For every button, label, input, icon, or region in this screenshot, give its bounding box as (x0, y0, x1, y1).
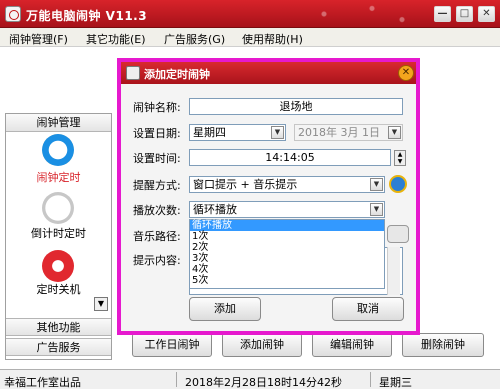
status-bar: 幸福工作室出品 2018年2月28日18时14分42秒 星期三 (0, 369, 500, 389)
status-publisher: 幸福工作室出品 (4, 376, 81, 389)
status-separator (370, 372, 371, 387)
dialog-title: 添加定时闹钟 (144, 68, 210, 81)
sidebar-other-functions[interactable]: 其他功能 (6, 318, 111, 336)
browse-folder-icon[interactable] (387, 225, 409, 243)
sidebar: 闹钟管理 闹钟定时 倒计时定时 定时关机 ▼ 其他功能 广告服务 (5, 113, 112, 360)
sidebar-item-shutdown[interactable]: 定时关机 (6, 281, 111, 297)
add-alarm-button[interactable]: 添加闹钟 (222, 333, 302, 357)
spin-down-icon[interactable]: ▼ (395, 158, 405, 165)
close-button[interactable]: ✕ (478, 6, 495, 22)
date-label: 设置日期: (133, 127, 181, 140)
list-item[interactable]: 1次 (190, 231, 384, 242)
app-clock-icon (5, 6, 21, 22)
music-path-label: 音乐路径: (133, 230, 181, 243)
status-separator (176, 372, 177, 387)
list-item[interactable]: 4次 (190, 264, 384, 275)
sidebar-header[interactable]: 闹钟管理 (6, 114, 111, 132)
window-title: 万能电脑闹钟 V11.3 (26, 9, 148, 23)
menu-ad-service[interactable]: 广告服务(G) (164, 31, 225, 47)
status-datetime: 2018年2月28日18时14分42秒 (185, 376, 342, 389)
alarm-name-label: 闹钟名称: (133, 101, 181, 114)
remind-value: 窗口提示 + 音乐提示 (193, 178, 298, 191)
dialog-close-icon[interactable]: ✕ (398, 65, 414, 81)
time-label: 设置时间: (133, 152, 181, 165)
workday-alarm-button[interactable]: 工作日闹钟 (132, 333, 212, 357)
time-input[interactable]: 14:14:05 (189, 149, 391, 166)
cancel-button[interactable]: 取消 (332, 297, 404, 321)
menu-other-functions[interactable]: 其它功能(E) (86, 31, 146, 47)
list-item[interactable]: 5次 (190, 275, 384, 286)
menu-help[interactable]: 使用帮助(H) (242, 31, 303, 47)
minimize-button[interactable]: — (434, 6, 451, 22)
remind-label: 提醒方式: (133, 179, 181, 192)
dialog-app-icon (126, 66, 140, 80)
play-count-dropdown[interactable]: 循环播放 1次 2次 3次 4次 5次 (189, 219, 385, 289)
menu-bar: 闹钟管理(F) 其它功能(E) 广告服务(G) 使用帮助(H) (0, 28, 500, 47)
add-alarm-dialog: 添加定时闹钟 ✕ 闹钟名称: 退场地 设置日期: 星期四 ▼ 2018年 3月 … (117, 58, 420, 335)
chevron-down-icon[interactable]: ▼ (370, 178, 383, 191)
maximize-button[interactable]: □ (456, 6, 473, 22)
sidebar-ad-service[interactable]: 广告服务 (6, 338, 111, 356)
alarm-name-input[interactable]: 退场地 (189, 98, 403, 115)
play-count-value: 循环播放 (193, 203, 237, 216)
title-decoration (300, 0, 420, 28)
time-spinner[interactable]: ▲ ▼ (394, 150, 406, 166)
date-picker[interactable]: 2018年 3月 1日 ▼ (294, 124, 403, 141)
chevron-down-icon[interactable]: ▼ (271, 126, 284, 139)
edit-alarm-button[interactable]: 编辑闹钟 (312, 333, 392, 357)
date-value: 2018年 3月 1日 (298, 126, 380, 139)
delete-alarm-button[interactable]: 删除闹钟 (402, 333, 484, 357)
sidebar-item-countdown[interactable]: 倒计时定时 (6, 225, 111, 241)
alarm-clock-icon[interactable] (42, 134, 74, 166)
add-button[interactable]: 添加 (189, 297, 261, 321)
list-item[interactable]: 循环播放 (190, 220, 384, 231)
scroll-down-button[interactable]: ▼ (94, 297, 108, 311)
dialog-title-bar[interactable]: 添加定时闹钟 ✕ (121, 62, 416, 84)
alarm-bell-icon[interactable] (389, 175, 407, 193)
play-count-label: 播放次数: (133, 204, 181, 217)
sidebar-item-alarm-timer[interactable]: 闹钟定时 (6, 169, 111, 185)
list-item[interactable]: 3次 (190, 253, 384, 264)
status-weekday: 星期三 (379, 376, 412, 389)
textarea-scrollbar[interactable] (387, 247, 400, 295)
spin-up-icon[interactable]: ▲ (395, 151, 405, 158)
stopwatch-icon[interactable] (42, 192, 74, 224)
chevron-down-icon[interactable]: ▼ (388, 126, 401, 139)
weekday-select[interactable]: 星期四 ▼ (189, 124, 286, 141)
play-count-select[interactable]: 循环播放 ▼ (189, 201, 385, 218)
weekday-value: 星期四 (193, 126, 226, 139)
content-label: 提示内容: (133, 254, 181, 267)
list-item[interactable]: 2次 (190, 242, 384, 253)
menu-alarm-management[interactable]: 闹钟管理(F) (9, 31, 68, 47)
title-bar[interactable]: 万能电脑闹钟 V11.3 — □ ✕ (0, 0, 500, 28)
remind-mode-select[interactable]: 窗口提示 + 音乐提示 ▼ (189, 176, 385, 193)
power-icon[interactable] (42, 250, 74, 282)
chevron-down-icon[interactable]: ▼ (370, 203, 383, 216)
